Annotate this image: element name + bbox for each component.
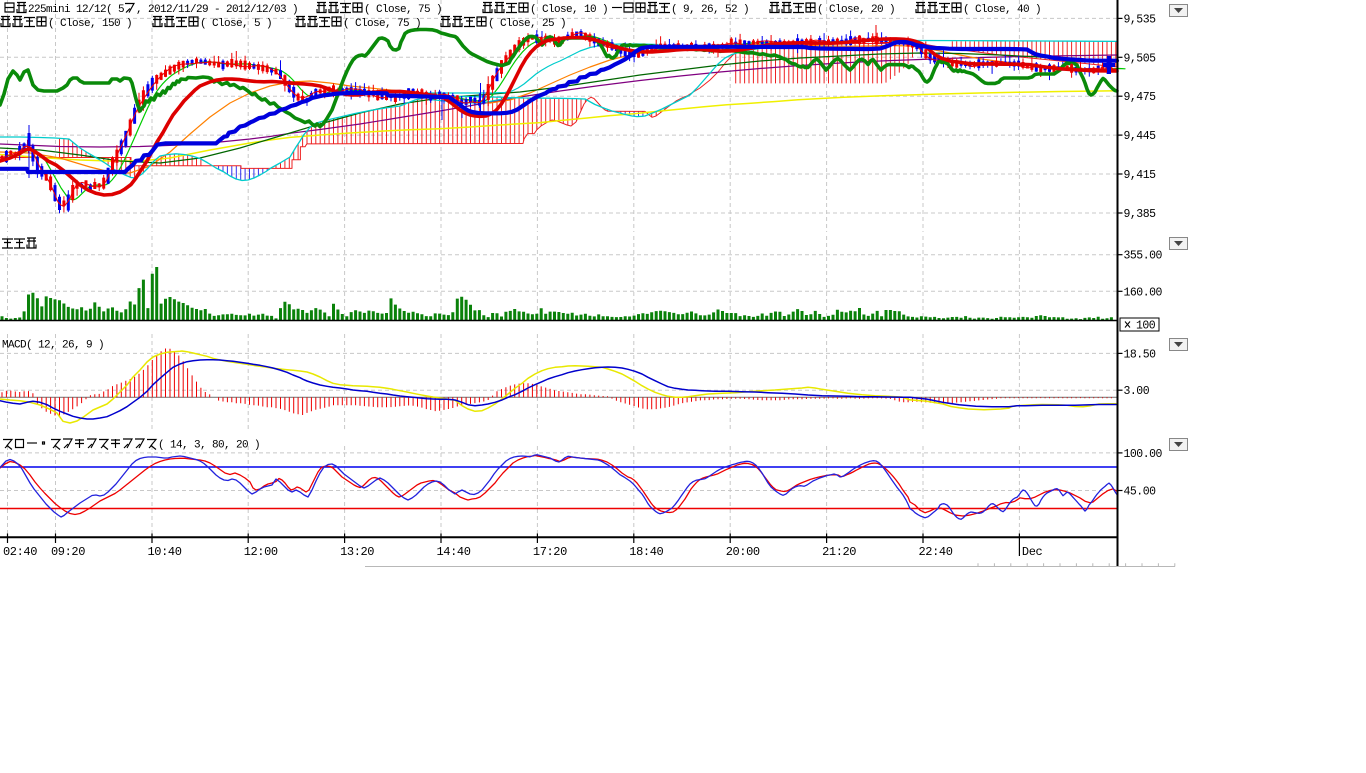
svg-text:( Close, 40 ): ( Close, 40 ) (963, 4, 1041, 16)
svg-text:12:00: 12:00 (244, 545, 278, 559)
svg-text:( Close, 10 ): ( Close, 10 ) (530, 4, 608, 16)
svg-text:9,535: 9,535 (1124, 13, 1157, 26)
svg-text:Dec: Dec (1022, 545, 1043, 559)
svg-text:45.00: 45.00 (1124, 486, 1157, 499)
svg-text:14:40: 14:40 (437, 545, 471, 559)
svg-text:02:40: 02:40 (3, 545, 37, 559)
svg-text:( Close, 75 ): ( Close, 75 ) (343, 18, 421, 30)
svg-text:, 2012/11/29 - 2012/12/03 ): , 2012/11/29 - 2012/12/03 ) (136, 4, 298, 16)
svg-text:10:40: 10:40 (148, 545, 182, 559)
svg-text:( Close, 20 ): ( Close, 20 ) (817, 4, 895, 16)
svg-text:9,385: 9,385 (1124, 208, 1157, 221)
svg-text:20:00: 20:00 (726, 545, 760, 559)
svg-text:100: 100 (1136, 320, 1156, 333)
svg-text:( Close, 75 ): ( Close, 75 ) (364, 4, 442, 16)
svg-text:( Close, 5 ): ( Close, 5 ) (200, 18, 272, 30)
svg-text:9,505: 9,505 (1124, 52, 1157, 65)
svg-text:225mini 12/12( 5: 225mini 12/12( 5 (28, 4, 124, 16)
svg-text:18:40: 18:40 (629, 545, 663, 559)
svg-text:9,415: 9,415 (1124, 169, 1157, 182)
svg-text:18.50: 18.50 (1124, 348, 1157, 361)
svg-text:09:20: 09:20 (51, 545, 85, 559)
svg-text:22:40: 22:40 (919, 545, 953, 559)
svg-text:160.00: 160.00 (1124, 286, 1163, 299)
svg-text:9,445: 9,445 (1124, 130, 1157, 143)
svg-text:( 9, 26, 52 ): ( 9, 26, 52 ) (671, 4, 749, 16)
svg-text:MACD( 12, 26, 9 ): MACD( 12, 26, 9 ) (2, 340, 104, 352)
svg-text:3.00: 3.00 (1124, 385, 1150, 398)
svg-text:355.00: 355.00 (1124, 250, 1163, 263)
svg-text:13:20: 13:20 (340, 545, 374, 559)
svg-text:( Close, 150 ): ( Close, 150 ) (48, 18, 132, 30)
svg-text:17:20: 17:20 (533, 545, 567, 559)
svg-text:9,475: 9,475 (1124, 91, 1157, 104)
svg-text:21:20: 21:20 (822, 545, 856, 559)
svg-text:100.00: 100.00 (1124, 448, 1163, 461)
svg-text:( 14, 3, 80, 20 ): ( 14, 3, 80, 20 ) (158, 440, 260, 452)
svg-text:( Close, 25 ): ( Close, 25 ) (488, 18, 566, 30)
